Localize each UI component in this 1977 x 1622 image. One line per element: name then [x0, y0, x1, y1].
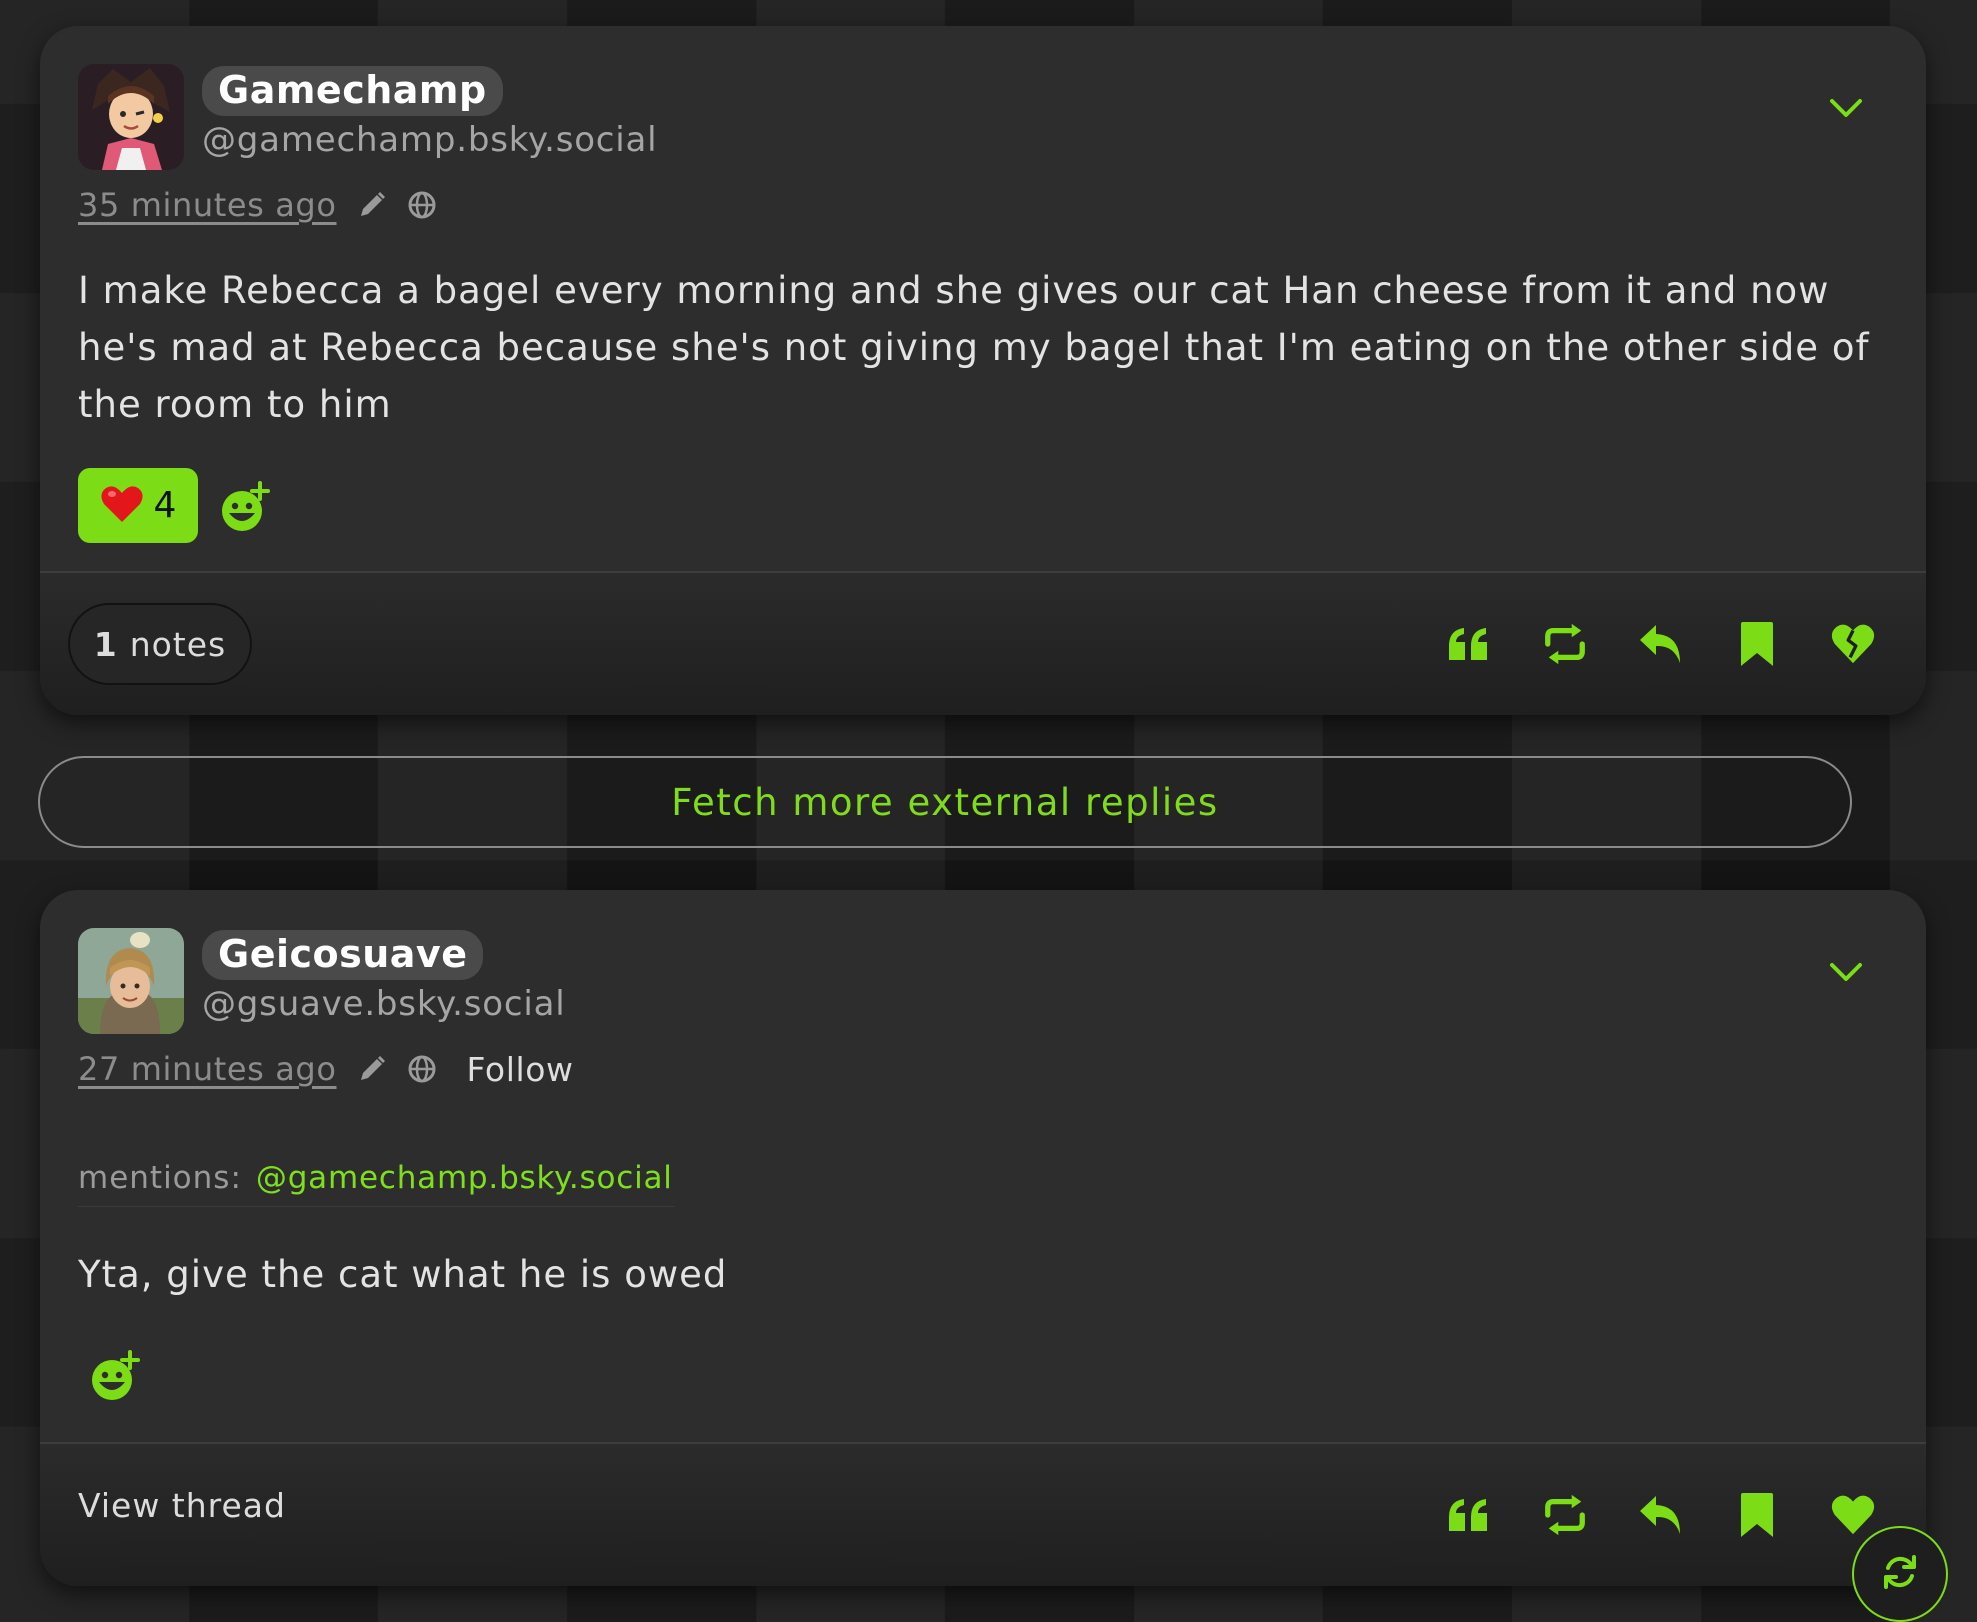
user-handle[interactable]: @gsuave.bsky.social [202, 984, 566, 1024]
notes-label: notes [129, 624, 227, 664]
refresh-button[interactable] [1852, 1526, 1948, 1622]
pencil-icon [357, 1054, 387, 1084]
add-emoji-icon[interactable] [220, 481, 272, 537]
repost-icon[interactable] [1542, 621, 1588, 667]
post-text: Yta, give the cat what he is owed [78, 1253, 728, 1296]
globe-icon [407, 1054, 437, 1084]
post-meta: 35 minutes ago [78, 182, 437, 228]
notes-button[interactable]: 1 notes [68, 603, 252, 685]
chevron-down-icon[interactable] [1826, 952, 1866, 992]
heart-emoji-icon [100, 484, 144, 528]
refresh-icon [1880, 1552, 1920, 1596]
follow-button[interactable]: Follow [467, 1050, 574, 1089]
quote-icon[interactable] [1446, 621, 1492, 667]
avatar[interactable] [78, 928, 184, 1034]
fetch-more-replies-button[interactable]: Fetch more external replies [38, 756, 1852, 848]
bookmark-icon[interactable] [1734, 621, 1780, 667]
notes-count: 1 [93, 624, 118, 664]
view-thread-link[interactable]: View thread [78, 1486, 286, 1525]
mentions-label: mentions: [78, 1160, 242, 1196]
post-actions [1446, 1492, 1876, 1538]
post-header: Geicosuave @gsuave.bsky.social [78, 928, 1888, 1038]
post-card: Geicosuave @gsuave.bsky.social 27 minute… [40, 890, 1926, 1586]
globe-icon [407, 190, 437, 220]
avatar[interactable] [78, 64, 184, 170]
post-card: Gamechamp @gamechamp.bsky.social 35 minu… [40, 26, 1926, 715]
post-footer: View thread [40, 1444, 1926, 1586]
pencil-icon [357, 190, 387, 220]
chevron-down-icon[interactable] [1826, 88, 1866, 128]
post-text: I make Rebecca a bagel every morning and… [78, 269, 1870, 426]
post-footer: 1 notes [40, 573, 1926, 715]
broken-heart-icon[interactable] [1830, 621, 1876, 667]
add-emoji-icon[interactable] [90, 1350, 142, 1406]
post-header: Gamechamp @gamechamp.bsky.social [78, 64, 1888, 174]
repost-icon[interactable] [1542, 1492, 1588, 1538]
quote-icon[interactable] [1446, 1492, 1492, 1538]
display-name[interactable]: Gamechamp [202, 66, 503, 116]
post-timestamp[interactable]: 35 minutes ago [78, 186, 337, 224]
reply-icon[interactable] [1638, 1492, 1684, 1538]
post-timestamp[interactable]: 27 minutes ago [78, 1050, 337, 1088]
mentions-row: mentions: @gamechamp.bsky.social [78, 1150, 675, 1207]
reply-icon[interactable] [1638, 621, 1684, 667]
reaction-button[interactable]: 4 [78, 468, 198, 543]
user-handle[interactable]: @gamechamp.bsky.social [202, 120, 657, 160]
display-name[interactable]: Geicosuave [202, 930, 484, 980]
heart-icon[interactable] [1830, 1492, 1876, 1538]
reaction-count: 4 [153, 485, 177, 526]
bookmark-icon[interactable] [1734, 1492, 1780, 1538]
post-meta: 27 minutes ago Follow [78, 1046, 574, 1092]
mention-link[interactable]: @gamechamp.bsky.social [256, 1160, 673, 1196]
post-actions [1446, 621, 1876, 667]
